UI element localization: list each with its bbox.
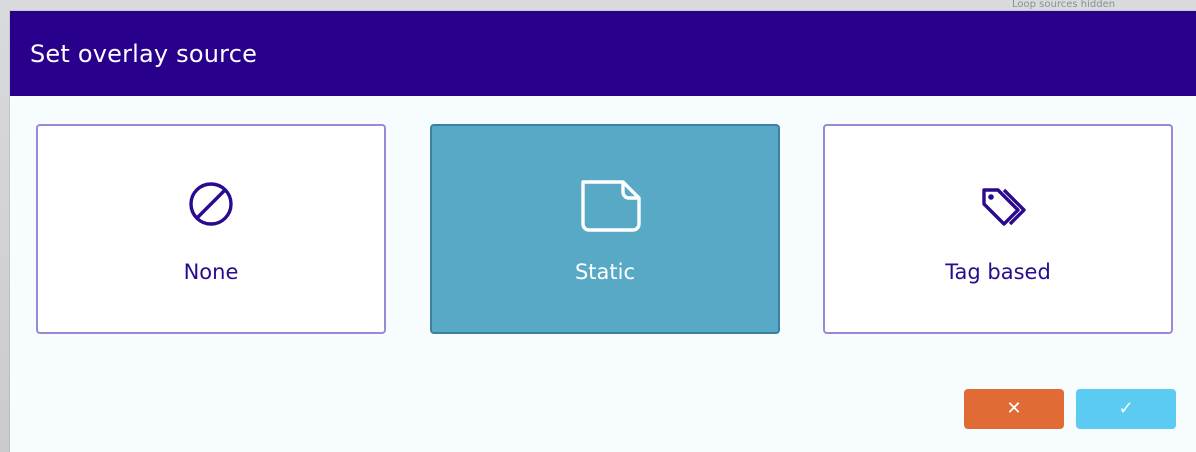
option-none[interactable]: None bbox=[36, 124, 386, 334]
cancel-button[interactable]: ✕ bbox=[964, 389, 1064, 429]
dialog-title: Set overlay source bbox=[30, 39, 258, 68]
dialog-actions: ✕ ✓ bbox=[964, 389, 1176, 429]
option-tag-based-label: Tag based bbox=[945, 260, 1051, 284]
no-entry-icon bbox=[179, 172, 243, 236]
set-overlay-source-dialog: Set overlay source None Static Tag based… bbox=[10, 11, 1196, 452]
file-icon bbox=[573, 172, 641, 236]
option-none-label: None bbox=[183, 260, 239, 284]
backdrop-hint-text: Loop sources hidden bbox=[1012, 0, 1116, 10]
option-tag-based[interactable]: Tag based bbox=[823, 124, 1173, 334]
check-icon: ✓ bbox=[1118, 398, 1134, 419]
dialog-header: Set overlay source bbox=[10, 11, 1196, 96]
overlay-source-options: None Static Tag based bbox=[10, 96, 1196, 366]
option-static-label: Static bbox=[574, 260, 636, 284]
close-icon: ✕ bbox=[1006, 398, 1022, 419]
confirm-button[interactable]: ✓ bbox=[1076, 389, 1176, 429]
tags-icon bbox=[966, 172, 1030, 236]
option-static[interactable]: Static bbox=[430, 124, 780, 334]
